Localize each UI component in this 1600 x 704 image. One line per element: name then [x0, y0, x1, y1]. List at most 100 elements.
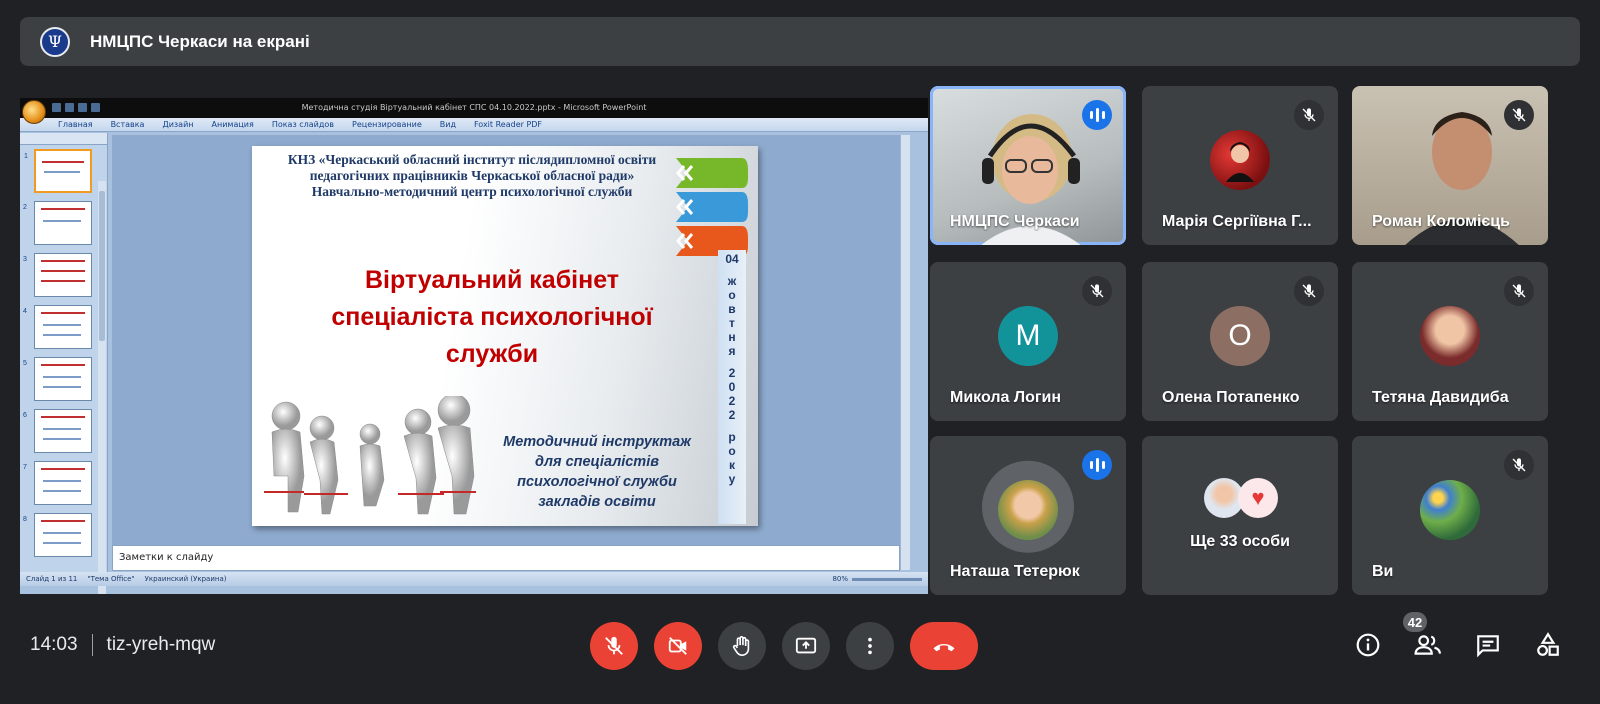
- heart-avatar-icon: ♥: [1238, 478, 1278, 518]
- slide-thumbnail: 3: [23, 253, 92, 297]
- avatar: [1420, 305, 1480, 366]
- mic-off-icon: [1504, 276, 1534, 306]
- date-char: 0: [728, 380, 736, 394]
- hang-up-icon: [933, 643, 955, 652]
- activities-shapes-icon: [1537, 632, 1559, 656]
- people-button[interactable]: [1413, 630, 1443, 660]
- meeting-code: tiz-yreh-mqw: [106, 634, 216, 655]
- more-participants-label: Ще 33 особи: [1190, 533, 1290, 550]
- participant-tile[interactable]: Тетяна Давидиба: [1352, 262, 1548, 421]
- presenting-banner-text: НМЦПС Черкаси на екрані: [90, 31, 310, 51]
- thumbnail-tabs: [20, 133, 107, 145]
- status-language: Украинский (Украина): [144, 575, 227, 583]
- people-icon: [1414, 635, 1441, 655]
- people-group-illustration-icon: [264, 396, 476, 515]
- ribbon-tab: Рецензирование: [352, 120, 422, 129]
- speaking-indicator-icon: [1082, 100, 1112, 130]
- status-theme: "Тема Office": [87, 575, 135, 583]
- more-options-button[interactable]: [846, 622, 894, 670]
- slide-thumbnail: 2: [23, 201, 92, 245]
- mic-off-icon: [1294, 100, 1324, 130]
- date-char: к: [728, 458, 735, 472]
- hand-icon: [732, 636, 750, 656]
- powerpoint-titlebar: Методична студія Віртуальний кабінет СПС…: [20, 98, 928, 124]
- participant-tile[interactable]: О Олена Потапенко: [1142, 262, 1338, 421]
- thumbnail-scrollbar: [98, 181, 106, 594]
- leave-call-button[interactable]: [910, 622, 978, 670]
- date-char: 2: [728, 408, 736, 422]
- participant-name: Тетяна Давидиба: [1372, 389, 1509, 406]
- people-count-badge: 42: [1403, 612, 1427, 632]
- more-vert-icon: [868, 637, 872, 655]
- participant-name: Олена Потапенко: [1162, 389, 1300, 406]
- present-now-button[interactable]: [782, 622, 830, 670]
- date-char: 04: [725, 252, 739, 266]
- raise-hand-button[interactable]: [718, 622, 766, 670]
- participant-name: Роман Коломієць: [1372, 213, 1510, 230]
- participant-tile[interactable]: НМЦПС Черкаси: [930, 86, 1126, 245]
- ribbon-arrows-icon: [676, 158, 748, 256]
- slide-subtitle: Методичний інструктаж для спеціалістів п…: [503, 434, 691, 510]
- ribbon-tab: Анимация: [211, 120, 254, 129]
- mic-off-icon: [605, 636, 623, 655]
- participant-name: Наташа Тетерюк: [950, 563, 1080, 580]
- chat-button[interactable]: [1473, 630, 1503, 660]
- date-char: 2: [728, 394, 736, 408]
- bottom-bar: 14:03 tiz-yreh-mqw 42: [0, 600, 1600, 704]
- avatar: [1420, 479, 1480, 540]
- slide-thumbnail: 1: [24, 149, 92, 193]
- powerpoint-status-bar: Слайд 1 из 11 "Тема Office" Украинский (…: [20, 572, 928, 586]
- mic-off-icon: [1082, 276, 1112, 306]
- slide-thumbnail: 7: [23, 461, 92, 505]
- avatar: [998, 479, 1058, 540]
- powerpoint-ribbon: Главная Вставка Дизайн Анимация Показ сл…: [20, 118, 928, 132]
- clock-time: 14:03: [30, 634, 78, 655]
- participant-name: Марія Сергіївна Г...: [1162, 213, 1312, 230]
- activities-button[interactable]: [1533, 630, 1563, 660]
- ribbon-tab: Показ слайдов: [271, 120, 335, 129]
- date-char: р: [728, 430, 736, 444]
- ribbon-tab: Вид: [439, 120, 456, 129]
- slide-title: Віртуальний кабінет спеціаліста психолог…: [331, 266, 653, 368]
- office-button-icon: [22, 100, 46, 124]
- date-char: т: [729, 316, 735, 330]
- mic-toggle-button[interactable]: [590, 622, 638, 670]
- speaking-indicator-icon: [1082, 450, 1112, 480]
- participant-name: Ви: [1372, 563, 1394, 580]
- ribbon-tab: Вставка: [110, 120, 145, 129]
- participant-tile[interactable]: М Микола Логин: [930, 262, 1126, 421]
- participant-tile[interactable]: Марія Сергіївна Г...: [1142, 86, 1338, 245]
- slide-date-bar: 04 ж о в т н я 2 0 2 2 р о к у: [718, 250, 746, 524]
- psi-logo-icon: Ψ: [40, 26, 70, 57]
- date-char: я: [728, 344, 736, 358]
- avatar: [1210, 129, 1270, 190]
- slide-notes: Заметки к слайду: [112, 545, 900, 571]
- participant-name: Микола Логин: [950, 389, 1062, 406]
- more-participants-tile[interactable]: ♥ Ще 33 особи: [1142, 436, 1338, 595]
- slide-header: КНЗ «Черкаський обласний інститут післяд…: [287, 152, 657, 199]
- presenting-banner: Ψ НМЦПС Черкаси на екрані: [20, 17, 1580, 66]
- slide-thumbnails-pane: 1 2 3 4 5 6 7 8: [20, 133, 108, 594]
- meeting-details-button[interactable]: [1353, 630, 1383, 660]
- status-slide: Слайд 1 из 11: [26, 575, 78, 583]
- meeting-info: 14:03 tiz-yreh-mqw: [30, 634, 215, 656]
- ribbon-tab: Главная: [58, 120, 93, 129]
- participant-tile[interactable]: Наташа Тетерюк: [930, 436, 1126, 595]
- meet-window: Ψ НМЦПС Черкаси на екрані Методична студ…: [0, 0, 1600, 704]
- ribbon-tab: Foxit Reader PDF: [473, 120, 543, 129]
- slide-thumbnail: 8: [23, 513, 92, 557]
- avatar: О: [1210, 305, 1270, 366]
- slide-thumbnail: 5: [23, 357, 92, 401]
- camera-off-icon: [668, 637, 687, 655]
- date-char: о: [728, 288, 736, 302]
- self-tile[interactable]: Ви: [1352, 436, 1548, 595]
- chat-icon: [1477, 635, 1499, 658]
- date-char: у: [728, 472, 736, 486]
- avatar: М: [998, 305, 1058, 366]
- date-char: ж: [727, 274, 737, 288]
- camera-toggle-button[interactable]: [654, 622, 702, 670]
- ribbon-tab: Дизайн: [162, 120, 194, 129]
- info-icon: [1356, 633, 1380, 657]
- participant-tile[interactable]: Роман Коломієць: [1352, 86, 1548, 245]
- mic-off-icon: [1504, 100, 1534, 130]
